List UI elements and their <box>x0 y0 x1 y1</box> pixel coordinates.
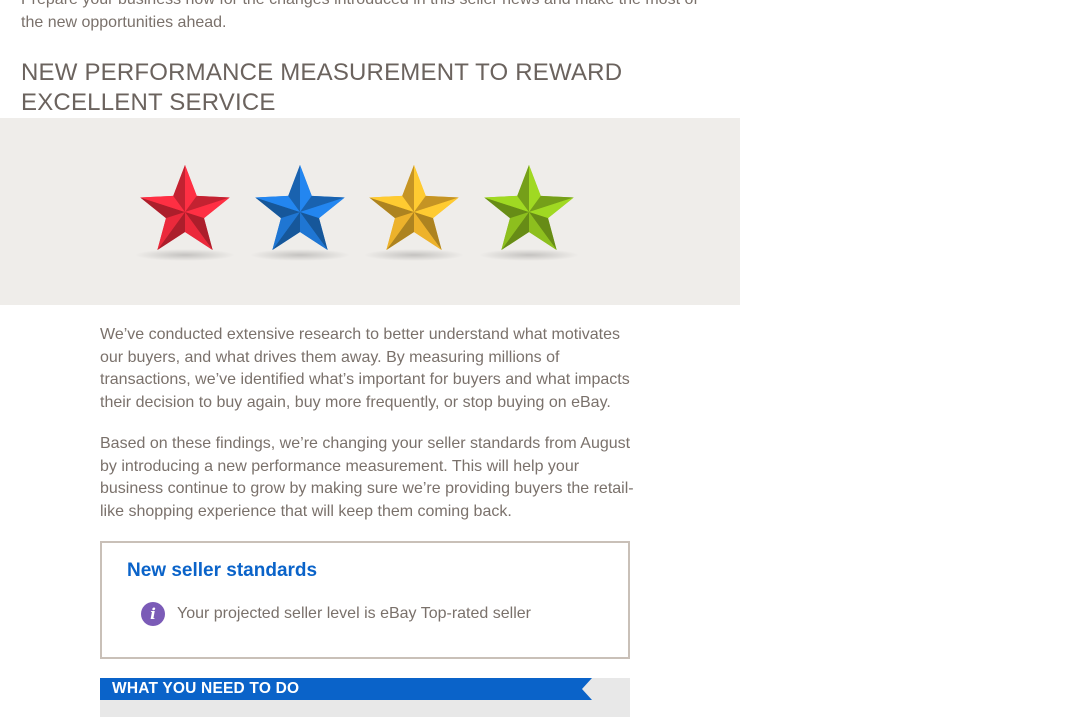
blue-star-icon <box>250 165 350 261</box>
green-star-icon <box>479 165 579 261</box>
body-copy: We’ve conducted extensive research to be… <box>100 324 640 542</box>
info-icon: i <box>141 602 165 626</box>
seller-standards-box: New seller standards i Your projected se… <box>100 541 630 659</box>
stars-banner <box>0 118 740 305</box>
yellow-star-icon <box>364 165 464 261</box>
body-paragraph-2: Based on these findings, we’re changing … <box>100 435 634 520</box>
projected-level-text: Your projected seller level is eBay Top-… <box>177 605 531 622</box>
todo-header-label: WHAT YOU NEED TO DO <box>112 680 300 697</box>
standards-title: New seller standards <box>127 560 318 581</box>
todo-header: WHAT YOU NEED TO DO <box>100 678 592 700</box>
section-headline: NEW PERFORMANCE MEASUREMENT TO REWARD EX… <box>21 59 623 116</box>
body-paragraph-1: We’ve conducted extensive research to be… <box>100 326 630 411</box>
red-star-icon <box>135 165 235 261</box>
stars-illustration <box>135 165 579 261</box>
intro-text: Prepare your business now for the change… <box>21 0 698 31</box>
projected-level-row: i Your projected seller level is eBay To… <box>141 601 531 627</box>
